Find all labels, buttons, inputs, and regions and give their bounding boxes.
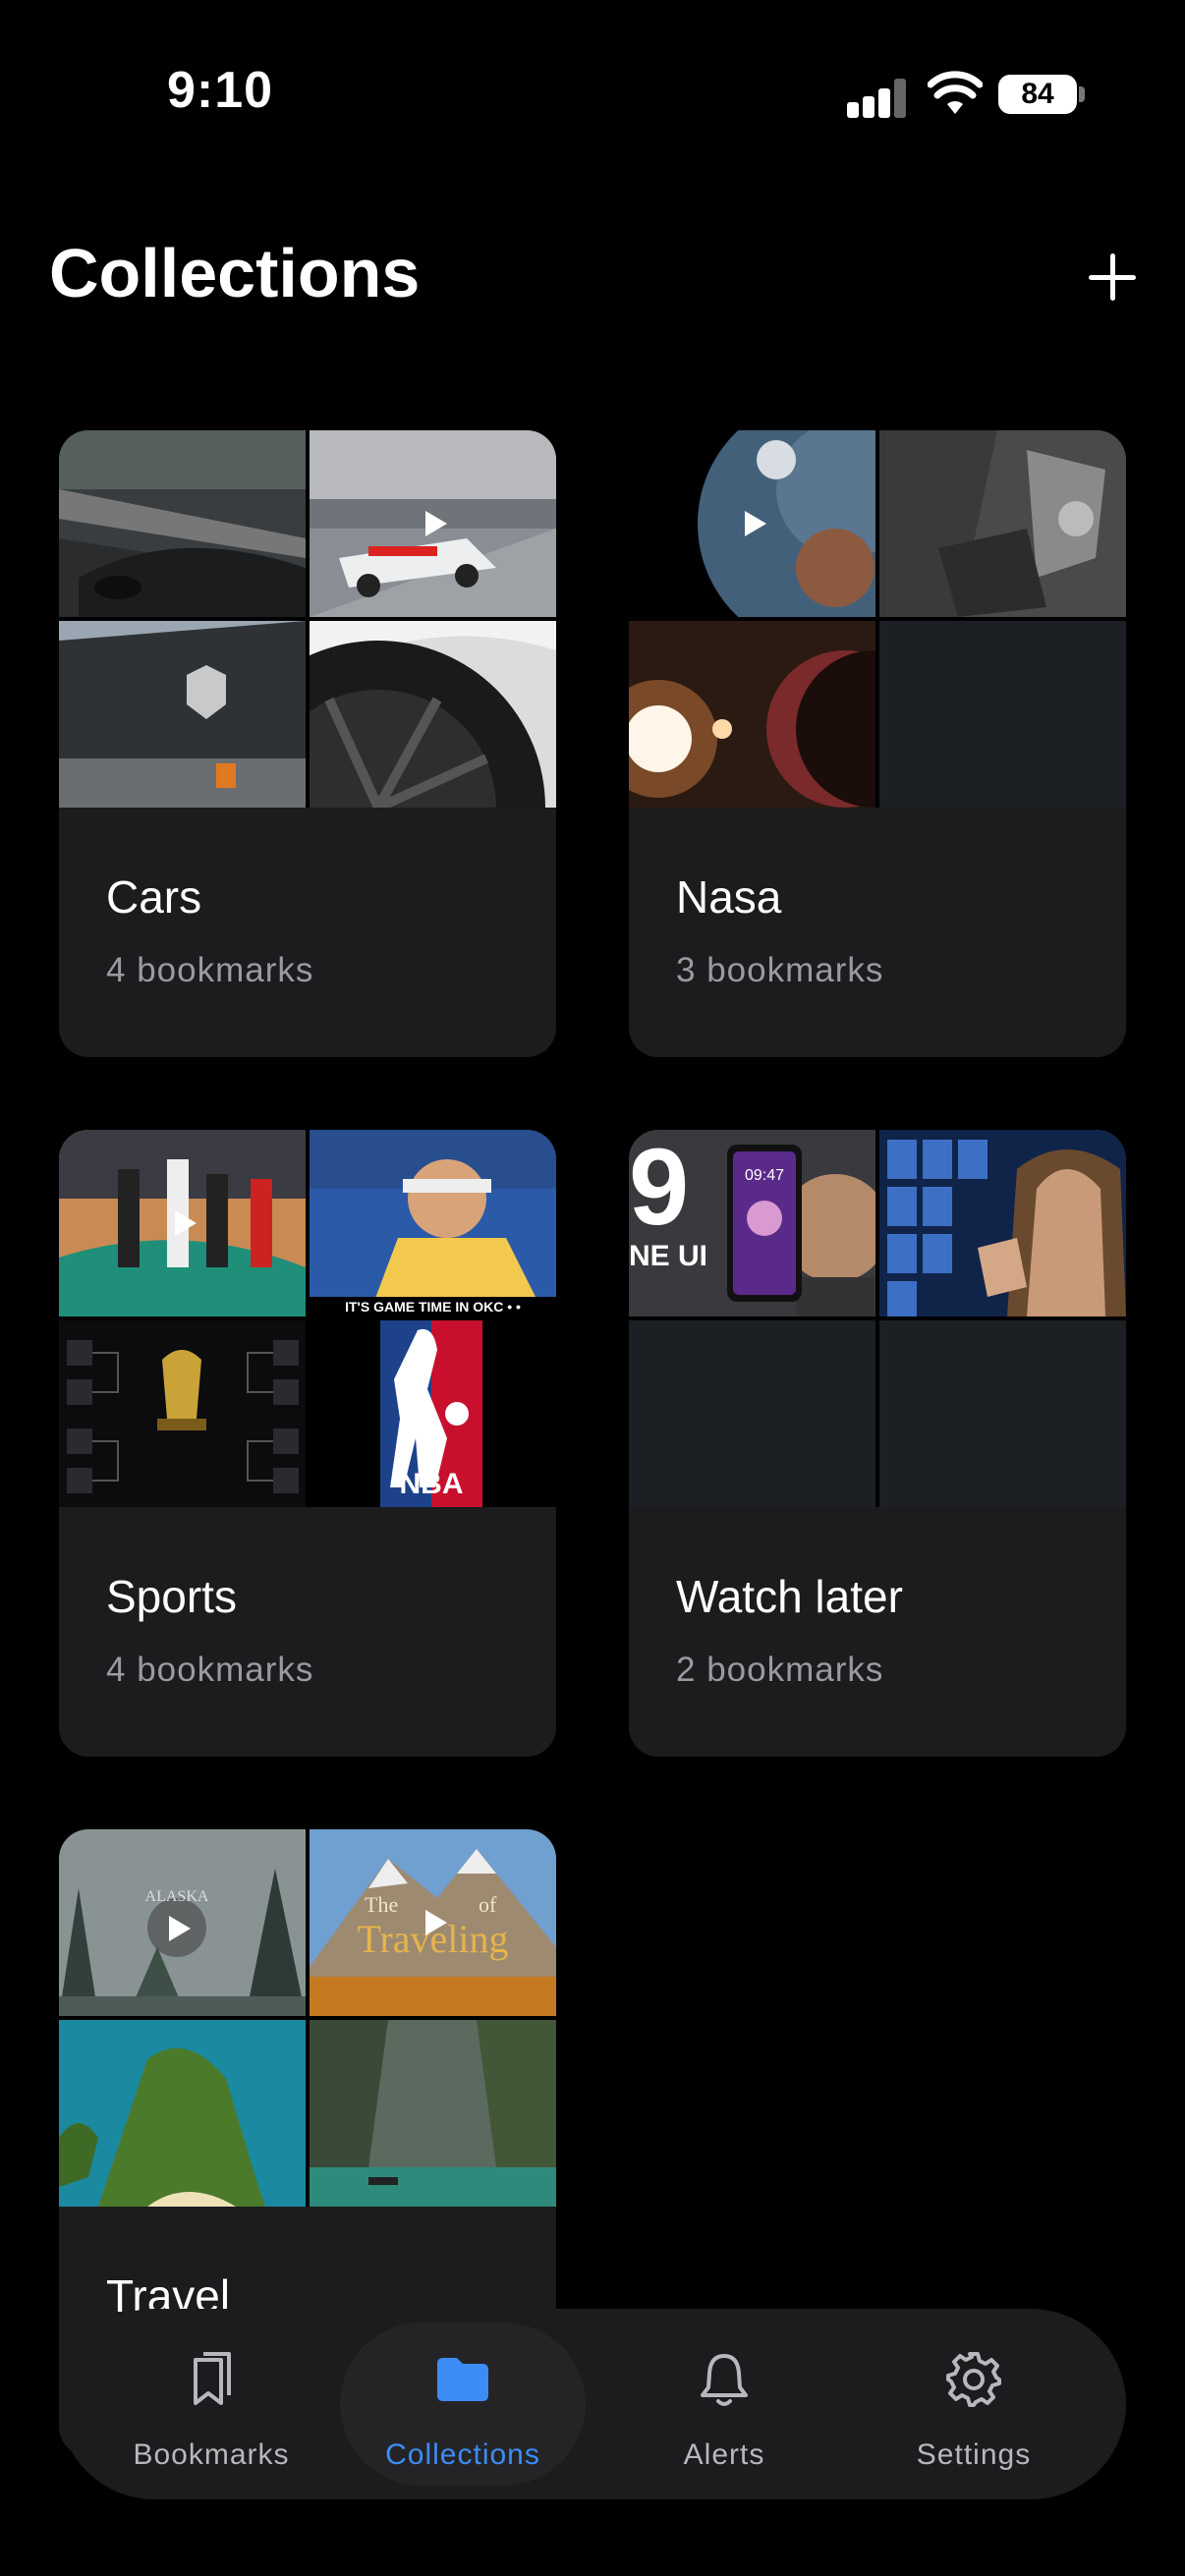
collection-card-nasa[interactable]: Nasa 3 bookmarks (629, 430, 1126, 1057)
thumbnail-empty (879, 1320, 1126, 1507)
thumbnail-small-text: The (365, 1892, 399, 1917)
add-collection-button[interactable] (1081, 246, 1144, 308)
play-icon (163, 1203, 202, 1242)
thumbnail-nba-logo: NBA (310, 1320, 556, 1507)
play-icon (733, 503, 772, 542)
thumbnail-player: IT'S GAME TIME IN OKC • • (310, 1130, 556, 1316)
bookmark-count: 4 bookmarks (106, 1651, 314, 1689)
play-icon (414, 503, 453, 542)
thumbnail-grid (59, 430, 556, 808)
collection-title: Cars (106, 871, 202, 923)
battery-nub (1079, 86, 1085, 102)
wifi-icon (928, 71, 983, 114)
thumbnail-subtitle: NE UI (629, 1240, 708, 1272)
thumbnail-caption: ALASKA (144, 1888, 209, 1905)
thumbnail-mountain: The of Traveling (310, 1829, 556, 2016)
thumbnail-car-road (59, 430, 306, 617)
thumbnail-wheel (310, 621, 556, 808)
thumbnail-big-number: 9 (629, 1130, 690, 1248)
thumbnail-planet (629, 430, 875, 617)
tab-label: Collections (385, 2438, 540, 2471)
gear-icon (946, 2352, 1001, 2407)
thumbnail-grid: IT'S GAME TIME IN OKC • • NBA (59, 1130, 556, 1507)
thumbnail-phone-review: 9 NE UI 09:47 (629, 1130, 875, 1316)
thumbnail-wall-of-screens (879, 1130, 1126, 1316)
battery-indicator: 84 (998, 75, 1077, 114)
play-icon (157, 1908, 197, 1947)
status-bar: 9:10 84 (0, 0, 1185, 187)
tab-bar: Bookmarks Collections Alerts Settings (59, 2309, 1126, 2499)
thumbnail-basketball-game (59, 1130, 306, 1316)
collection-card-watch-later[interactable]: 9 NE UI 09:47 Watch later 2 bookmarks (629, 1130, 1126, 1757)
thumbnail-grid: ALASKA The of Traveling (59, 1829, 556, 2207)
thumbnail-dealership (59, 621, 306, 808)
folder-icon (437, 2358, 488, 2401)
tab-settings[interactable]: Settings (851, 2323, 1097, 2486)
thumbnail-race-car (310, 430, 556, 617)
thumbnail-caption: IT'S GAME TIME IN OKC • • (345, 1299, 521, 1315)
thumbnail-bracket (59, 1320, 306, 1507)
bookmark-count: 2 bookmarks (676, 1651, 884, 1689)
tab-label: Settings (916, 2438, 1032, 2471)
thumbnail-alaska: ALASKA (59, 1829, 306, 2016)
thumbnail-rover (879, 430, 1126, 617)
thumbnail-island (59, 2020, 306, 2207)
thumbnail-lagoon (310, 2020, 556, 2207)
tab-label: Alerts (683, 2438, 765, 2471)
nba-logo-text: NBA (399, 1468, 464, 1500)
bell-icon (701, 2354, 748, 2406)
collection-title: Sports (106, 1571, 237, 1622)
cellular-signal-icon (847, 79, 908, 118)
thumbnail-star-planet (629, 621, 875, 808)
phone-screen-time: 09:47 (744, 1167, 785, 1184)
thumbnail-grid: 9 NE UI 09:47 (629, 1130, 1126, 1507)
collection-title: Nasa (676, 871, 782, 923)
bookmark-count: 3 bookmarks (676, 951, 884, 989)
thumbnail-empty (629, 1320, 875, 1507)
tab-label: Bookmarks (133, 2438, 290, 2471)
thumbnail-grid (629, 430, 1126, 808)
bookmark-count: 4 bookmarks (106, 951, 314, 989)
tab-bookmarks[interactable]: Bookmarks (88, 2323, 334, 2486)
status-time: 9:10 (167, 62, 274, 119)
tab-alerts[interactable]: Alerts (601, 2323, 847, 2486)
bookmarks-icon (194, 2352, 231, 2405)
page-title: Collections (49, 235, 421, 311)
tab-collections[interactable]: Collections (340, 2323, 586, 2486)
thumbnail-empty (879, 621, 1126, 808)
collection-card-sports[interactable]: IT'S GAME TIME IN OKC • • NBA Sports 4 b… (59, 1130, 556, 1757)
thumbnail-small-text: of (479, 1892, 497, 1917)
collection-card-cars[interactable]: Cars 4 bookmarks (59, 430, 556, 1057)
play-icon (414, 1902, 453, 1941)
collection-title: Watch later (676, 1571, 903, 1622)
